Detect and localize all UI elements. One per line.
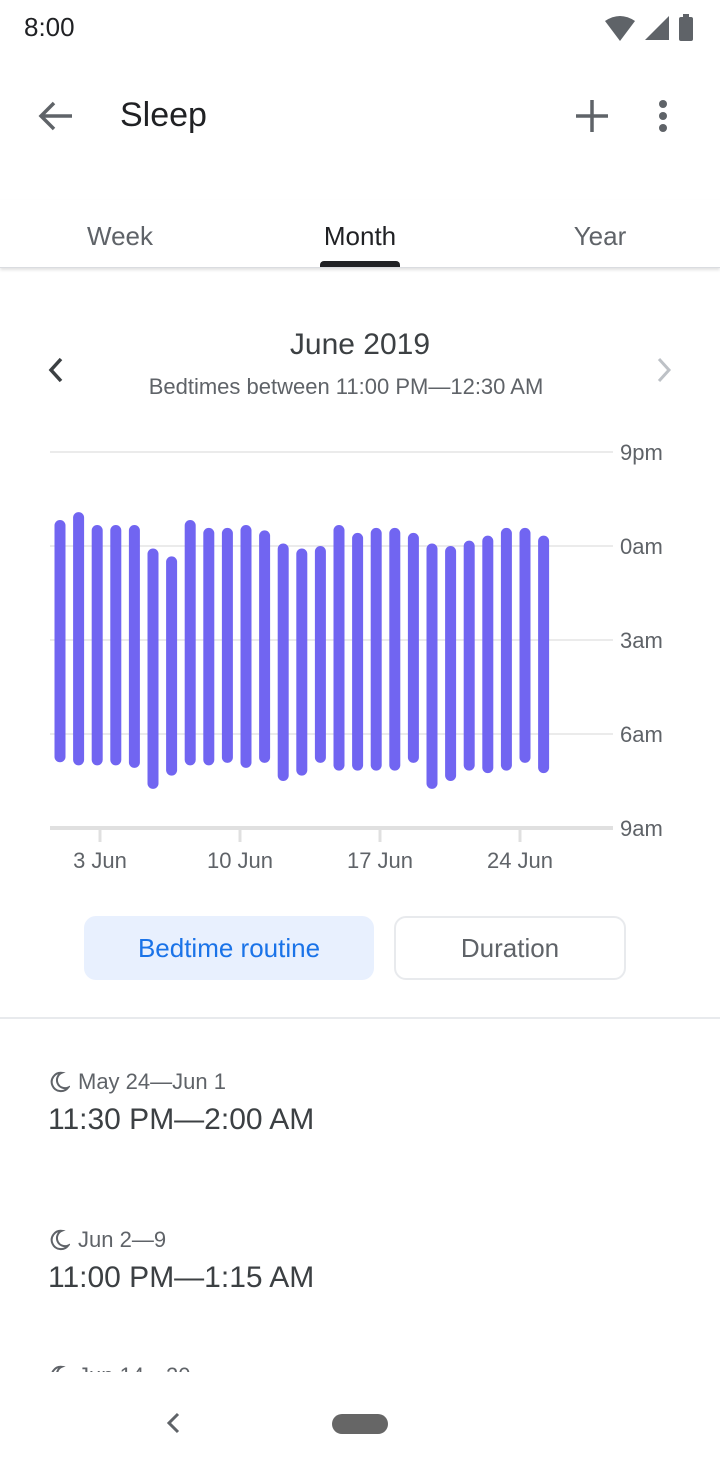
sleep-bar [482,535,494,774]
sleep-bar [91,525,103,766]
sleep-chart-svg: 9pm 0am 3am 6am 9am 3 Jun 10 Jun 17 Jun 24 Jun [50,440,663,873]
week-range: May 24—Jun 1 [78,1069,226,1094]
arrow-back-icon [38,101,72,131]
app-bar: Sleep [0,72,720,160]
battery-icon [679,14,693,41]
sleep-bar [519,527,531,763]
status-icons [604,14,694,42]
nav-back-button[interactable] [158,1408,188,1438]
system-nav-bar [0,1372,720,1472]
duration-button[interactable]: Duration [394,916,626,980]
sleep-bar [352,532,364,771]
more-options-button[interactable] [640,92,686,140]
wifi-icon [605,16,635,41]
more-vert-icon [659,100,667,132]
sleep-bar [128,525,140,768]
next-month-button[interactable] [644,350,684,390]
sleep-bar [426,543,438,789]
moon-icon [50,1229,70,1251]
period-tabs: Week Month Year [0,200,720,268]
x-tick-label: 24 Jun [487,848,553,873]
add-button[interactable] [566,92,618,140]
bedtime-window: 11:00 PM—1:15 AM [48,1261,315,1294]
sleep-bar [203,527,215,766]
moon-icon [50,1071,70,1093]
bedtime-routine-button[interactable]: Bedtime routine [84,916,374,980]
bedtime-list: May 24—Jun 1 11:30 PM—2:00 AM Jun 2—9 11… [0,1019,720,1372]
x-tick-label: 3 Jun [73,848,127,873]
moon-icon [51,1365,66,1372]
sleep-bar [314,546,326,763]
y-tick-label: 9am [620,816,663,841]
week-range: Jun 14—20 [78,1363,191,1372]
y-tick-label: 9pm [620,440,663,465]
bedtime-window: 11:30 PM—2:00 AM [48,1103,315,1136]
sleep-bar [296,548,308,776]
sleep-bar [370,527,382,771]
y-tick-label: 6am [620,722,663,747]
chevron-right-icon [657,357,672,383]
sleep-bar [333,525,345,771]
sleep-bar [184,519,196,766]
status-bar: 8:00 [0,0,720,56]
list-item[interactable]: Jun 14—20 [48,1361,688,1372]
back-button[interactable] [30,94,82,138]
sleep-bar [389,527,401,771]
sleep-bar [259,530,271,763]
y-tick-label: 0am [620,534,663,559]
month-title: June 2019 [289,328,431,361]
sleep-bar [110,525,122,766]
sleep-bar [407,532,419,763]
nav-back-icon [166,1412,180,1434]
sleep-bar [445,546,457,781]
sleep-bar [54,519,66,763]
week-range: Jun 2—9 [78,1227,167,1252]
status-time: 8:00 [24,12,75,42]
sleep-bar [463,540,475,771]
tab-month[interactable]: Month [240,200,480,268]
chart-mode-toggle: Bedtime routine Duration [0,916,720,980]
sleep-bar [277,543,289,781]
signal-icon [645,16,669,40]
x-tick-label: 17 Jun [347,848,413,873]
bedtime-range-summary: Bedtimes between 11:00 PM—12:30 AM [148,374,544,399]
y-tick-label: 3am [620,628,663,653]
sleep-bar [500,527,512,771]
tab-week[interactable]: Week [0,200,240,268]
list-item[interactable]: Jun 2—9 11:00 PM—1:15 AM [48,1225,688,1335]
sleep-bar [147,548,159,789]
sleep-bar [73,512,85,766]
x-tick-label: 10 Jun [207,848,273,873]
sleep-bar [221,527,233,763]
sleep-bar [538,535,550,774]
sleep-chart: 9pm 0am 3am 6am 9am 3 Jun 10 Jun 17 Jun 24 Jun [0,430,720,890]
tab-year[interactable]: Year [480,200,720,268]
month-navigator: June 2019 Bedtimes between 11:00 PM—12:3… [0,320,720,410]
list-item[interactable]: May 24—Jun 1 11:30 PM—2:00 AM [48,1067,688,1177]
sleep-bar [240,525,252,768]
page-title: Sleep [120,96,207,134]
plus-icon [576,100,608,132]
sleep-bar [166,556,178,776]
active-tab-indicator [320,261,400,267]
nav-home-pill[interactable] [332,1414,388,1434]
